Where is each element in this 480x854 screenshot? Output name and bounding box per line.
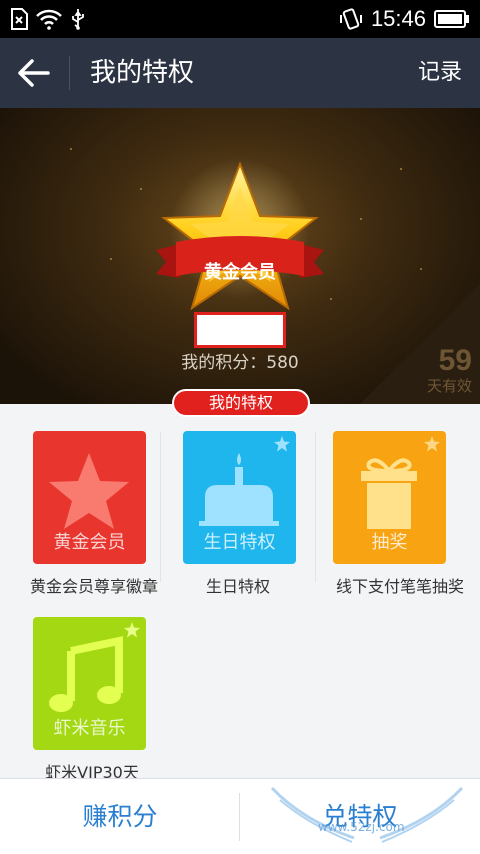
- music-note-icon: [49, 636, 123, 712]
- title-bar: 我的特权 记录: [0, 38, 480, 108]
- privilege-xiami-music[interactable]: 虾米音乐 虾米VIP30天: [0, 590, 160, 782]
- valid-days-label: 天有效: [426, 377, 472, 395]
- username-box: [194, 312, 286, 348]
- privilege-birthday[interactable]: 生日特权 生日特权: [150, 404, 310, 596]
- membership-banner: 黄金会员 我的积分：580 59 天有效: [0, 108, 480, 404]
- back-arrow-icon[interactable]: [14, 55, 54, 91]
- vibrate-icon: [339, 8, 362, 30]
- privilege-tile: 黄金会员: [33, 431, 146, 564]
- tile-label: 生日特权: [203, 532, 276, 553]
- page-title: 我的特权: [90, 58, 195, 88]
- tile-label: 黄金会员: [53, 532, 126, 553]
- sparkle: [400, 168, 402, 170]
- usb-icon: [72, 9, 84, 30]
- watermark-wings-icon: [270, 786, 464, 843]
- no-sim-icon: [11, 8, 28, 30]
- gold-star-badge-icon: [156, 158, 324, 311]
- title-divider: [69, 56, 70, 90]
- privilege-gold-member[interactable]: 黄金会员 黄金会员尊享徽章: [0, 404, 160, 596]
- tile-label: 虾米音乐: [53, 718, 126, 739]
- privilege-tile: 抽奖: [333, 431, 446, 564]
- privilege-grid: 黄金会员 黄金会员尊享徽章 生日特权 生日特权 抽奖 线下支付笔笔抽奖 虾米音乐…: [0, 404, 480, 782]
- section-tag: 我的特权: [172, 389, 310, 417]
- clock: 15:46: [370, 6, 426, 31]
- badge-ribbon-label: 黄金会员: [204, 262, 276, 283]
- privilege-lottery[interactable]: 抽奖 线下支付笔笔抽奖: [300, 404, 464, 596]
- wifi-icon: [36, 9, 62, 30]
- records-link[interactable]: 记录: [418, 58, 462, 88]
- privilege-caption: 线下支付笔笔抽奖: [335, 577, 464, 596]
- tile-label: 抽奖: [371, 532, 408, 553]
- privilege-tile: 虾米音乐: [33, 617, 146, 750]
- watermark-text: www.52zj.com: [318, 820, 405, 834]
- status-bar: 15:46: [0, 0, 480, 38]
- privilege-tile: 生日特权: [183, 431, 296, 564]
- sparkle: [70, 148, 72, 150]
- sparkle: [360, 218, 362, 220]
- sparkle: [110, 258, 112, 260]
- privilege-caption: 生日特权: [205, 577, 270, 596]
- earn-points-button[interactable]: 赚积分: [0, 779, 240, 854]
- sparkle: [140, 188, 142, 190]
- battery-icon: [434, 10, 469, 28]
- sparkle: [420, 268, 422, 270]
- sparkle: [330, 298, 332, 300]
- valid-days-number: 59: [438, 344, 472, 377]
